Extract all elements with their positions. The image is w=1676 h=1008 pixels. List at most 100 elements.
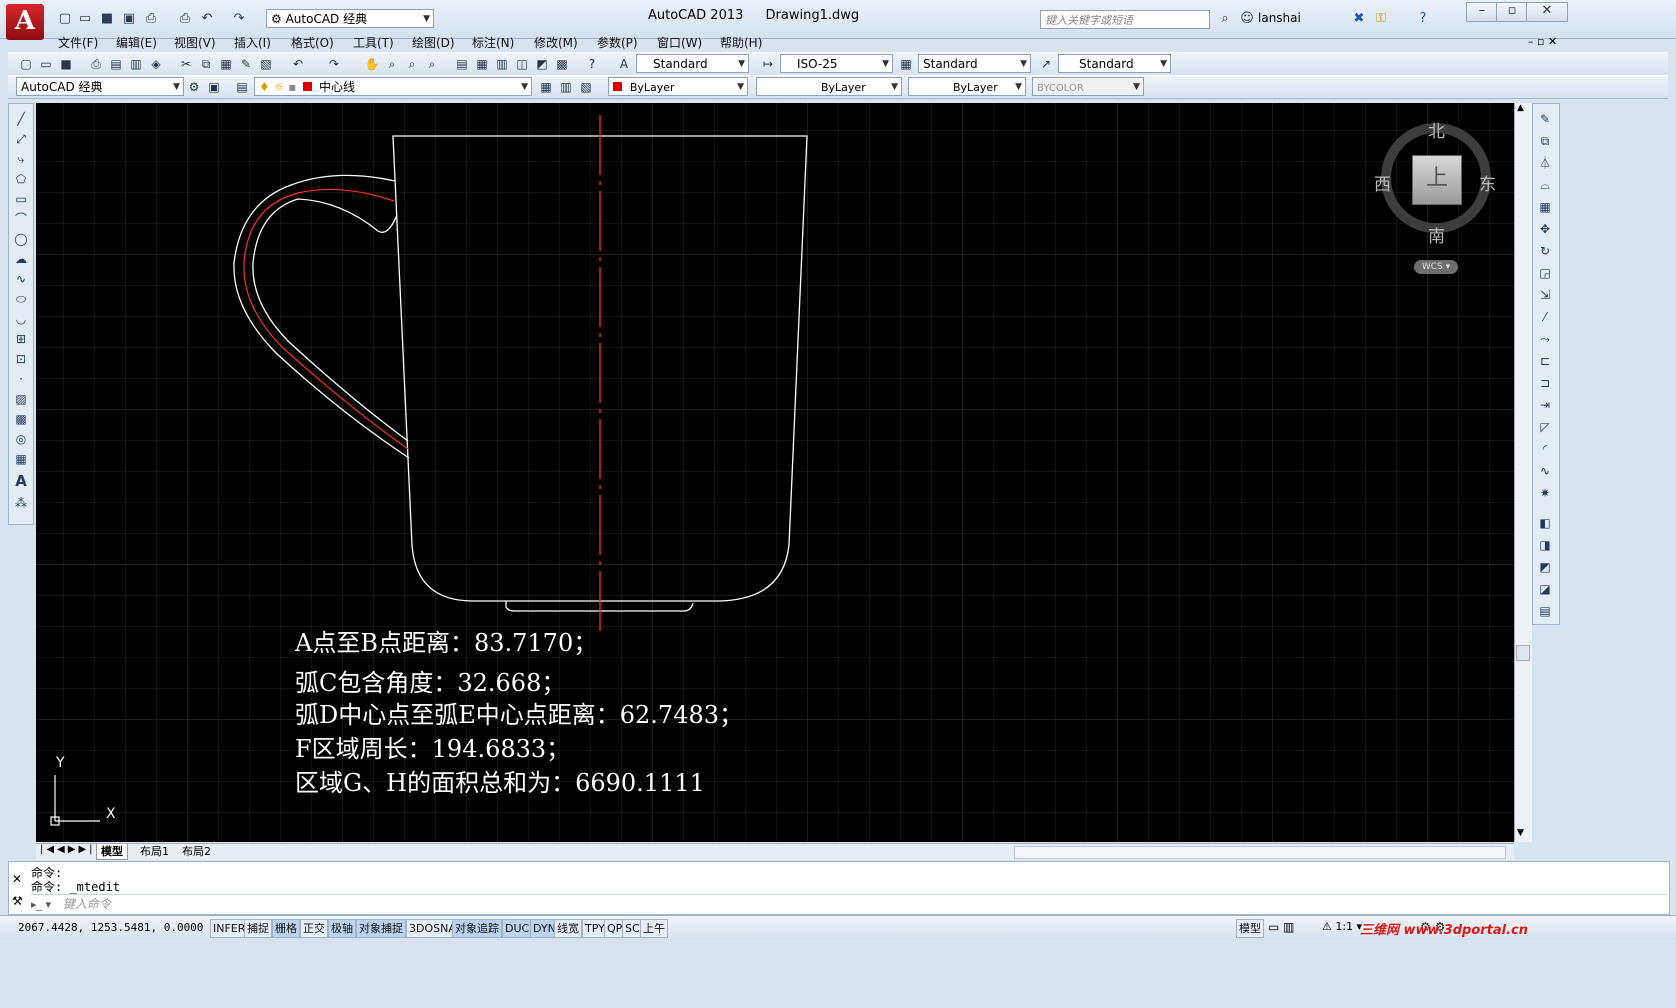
draw-order-back-icon[interactable]: ◨ xyxy=(1536,536,1554,554)
pan-icon[interactable]: ✋ xyxy=(364,56,380,72)
scroll-down-icon[interactable]: ▼ xyxy=(1517,828,1524,838)
open-icon[interactable]: ▭ xyxy=(76,10,94,28)
move-icon[interactable]: ✥ xyxy=(1536,220,1554,238)
paste-icon[interactable]: ▦ xyxy=(218,56,234,72)
mleader-style-icon[interactable]: ↗ xyxy=(1038,56,1054,72)
mirror-icon[interactable]: ⏃ xyxy=(1536,154,1554,172)
cut-icon[interactable]: ✂ xyxy=(178,56,194,72)
layer-previous-icon[interactable]: ▥ xyxy=(558,79,574,95)
quick-view-layouts-icon[interactable]: ▭ ▥ xyxy=(1268,920,1295,934)
layer-properties-icon[interactable]: ▤ xyxy=(234,79,250,95)
viewcube-east[interactable]: 东 xyxy=(1479,170,1496,195)
save-as-icon[interactable]: ▣ xyxy=(120,10,138,28)
copy-icon[interactable]: ⧉ xyxy=(198,56,214,72)
workspace-switcher[interactable]: ⚙ AutoCAD 经典 ▼ xyxy=(266,9,434,28)
help-icon[interactable]: ? xyxy=(584,56,600,72)
open-icon[interactable]: ▭ xyxy=(38,56,54,72)
region-icon[interactable]: ◎ xyxy=(12,430,30,448)
redo-icon[interactable]: ↷ xyxy=(326,56,342,72)
join-icon[interactable]: ⇥ xyxy=(1536,396,1554,414)
tab-layout1[interactable]: 布局1 xyxy=(136,844,173,859)
tab-navigation-icon[interactable]: |◀◀▶▶| xyxy=(40,844,96,855)
close-button[interactable]: ✕ xyxy=(1526,2,1568,22)
zoom-window-icon[interactable]: ⌕ xyxy=(404,56,420,72)
print-icon[interactable]: ⎙ xyxy=(176,10,194,28)
toggle-otrack[interactable]: 对象追踪 xyxy=(452,919,502,938)
match-properties-icon[interactable]: ✎ xyxy=(238,56,254,72)
annotation-gh-area[interactable]: 区域G、H的面积总和为：6690.1111 xyxy=(295,763,705,798)
toggle-grid[interactable]: 栅格 xyxy=(272,919,300,938)
block-editor-icon[interactable]: ▧ xyxy=(258,56,274,72)
zoom-realtime-icon[interactable]: ⌕ xyxy=(384,56,400,72)
close-command-icon[interactable]: ✕ xyxy=(12,872,22,886)
annotation-ab-distance[interactable]: A点至B点距离：83.7170； xyxy=(295,623,597,658)
viewcube-north[interactable]: 北 xyxy=(1428,117,1445,142)
point-icon[interactable]: · xyxy=(12,370,30,388)
insert-block-icon[interactable]: ⊞ xyxy=(12,330,30,348)
viewcube-south[interactable]: 南 xyxy=(1428,222,1445,247)
trim-icon[interactable]: ⁄ xyxy=(1536,308,1554,326)
menu-view[interactable]: 视图(V) xyxy=(174,33,216,53)
scroll-thumb[interactable] xyxy=(1516,645,1530,661)
table-style-icon[interactable]: ▦ xyxy=(898,56,914,72)
menu-tools[interactable]: 工具(T) xyxy=(353,33,394,53)
annotation-arc-de-distance[interactable]: 弧D中心点至弧E中心点距离：62.7483； xyxy=(295,695,743,730)
bring-above-icon[interactable]: ◩ xyxy=(1536,558,1554,576)
workspace-settings-icon[interactable]: ⚙ xyxy=(186,79,202,95)
redo-icon[interactable]: ↷ xyxy=(230,10,248,28)
break-at-point-icon[interactable]: ⊏ xyxy=(1536,352,1554,370)
menu-help[interactable]: 帮助(H) xyxy=(720,33,762,53)
erase-icon[interactable]: ✎ xyxy=(1536,110,1554,128)
undo-icon[interactable]: ↶ xyxy=(290,56,306,72)
annotation-arc-c-angle[interactable]: 弧C包含角度：32.668； xyxy=(295,663,565,698)
maximize-button[interactable]: ▫ xyxy=(1496,2,1528,22)
design-center-icon[interactable]: ▦ xyxy=(474,56,490,72)
layer-select[interactable]: ♦ ☼ ▪ 中心线 ▼ xyxy=(254,77,532,96)
toggle-lineweight[interactable]: 线宽 xyxy=(554,919,582,938)
horizontal-scrollbar[interactable] xyxy=(1014,846,1506,859)
send-under-icon[interactable]: ◪ xyxy=(1536,580,1554,598)
dim-style-icon[interactable]: ↦ xyxy=(760,56,776,72)
calculator-icon[interactable]: ▩ xyxy=(554,56,570,72)
color-select[interactable]: ByLayer ▼ xyxy=(608,77,748,96)
command-input-row[interactable]: ▸_ ▾ 键入命令 xyxy=(31,894,1667,913)
copy-object-icon[interactable]: ⧉ xyxy=(1536,132,1554,150)
arc-icon[interactable]: ⌒ xyxy=(12,210,30,228)
user-icon[interactable]: ☺ xyxy=(1238,10,1256,28)
text-to-front-icon[interactable]: ▤ xyxy=(1536,602,1554,620)
3d-dwf-icon[interactable]: ◈ xyxy=(148,56,164,72)
search-input[interactable]: 键入关键字或短语 xyxy=(1040,10,1210,29)
new-icon[interactable]: ▢ xyxy=(56,10,74,28)
annotation-f-perimeter[interactable]: F区域周长：194.6833； xyxy=(295,729,570,764)
hatch-icon[interactable]: ▨ xyxy=(12,390,30,408)
make-current-layer-icon[interactable]: ▦ xyxy=(538,79,554,95)
tab-model[interactable]: 模型 xyxy=(96,844,128,860)
ellipse-icon[interactable]: ⬭ xyxy=(12,290,30,308)
chamfer-icon[interactable]: ◸ xyxy=(1536,418,1554,436)
rectangle-icon[interactable]: ▭ xyxy=(12,190,30,208)
doc-window-controls[interactable]: – ▫ ✕ xyxy=(1528,35,1557,48)
menu-draw[interactable]: 绘图(D) xyxy=(412,33,455,53)
construction-line-icon[interactable]: ⤢ xyxy=(12,130,30,148)
preview-icon[interactable]: ▤ xyxy=(108,56,124,72)
blend-curves-icon[interactable]: ∿ xyxy=(1536,462,1554,480)
annotation-scale[interactable]: ⚠ 1:1 ▾ xyxy=(1322,920,1362,933)
break-icon[interactable]: ⊐ xyxy=(1536,374,1554,392)
workspace-select[interactable]: AutoCAD 经典 ▼ xyxy=(16,77,184,96)
toggle-infer[interactable]: INFER xyxy=(210,919,249,938)
publish-icon[interactable]: ▥ xyxy=(128,56,144,72)
make-block-icon[interactable]: ⊡ xyxy=(12,350,30,368)
properties-icon[interactable]: ▤ xyxy=(454,56,470,72)
print-icon[interactable]: ⎙ xyxy=(88,56,104,72)
layer-state-icon[interactable]: ▧ xyxy=(578,79,594,95)
zoom-previous-icon[interactable]: ⌕ xyxy=(424,56,440,72)
minimize-button[interactable]: – xyxy=(1466,2,1498,22)
gradient-icon[interactable]: ▩ xyxy=(12,410,30,428)
toggle-osnap[interactable]: 对象捕捉 xyxy=(356,919,406,938)
sheet-set-icon[interactable]: ◫ xyxy=(514,56,530,72)
toggle-ortho[interactable]: 正交 xyxy=(300,919,328,938)
multiline-text-icon[interactable]: A xyxy=(12,472,30,490)
extend-icon[interactable]: ⤳ xyxy=(1536,330,1554,348)
table-icon[interactable]: ▦ xyxy=(12,450,30,468)
menu-edit[interactable]: 编辑(E) xyxy=(116,33,157,53)
